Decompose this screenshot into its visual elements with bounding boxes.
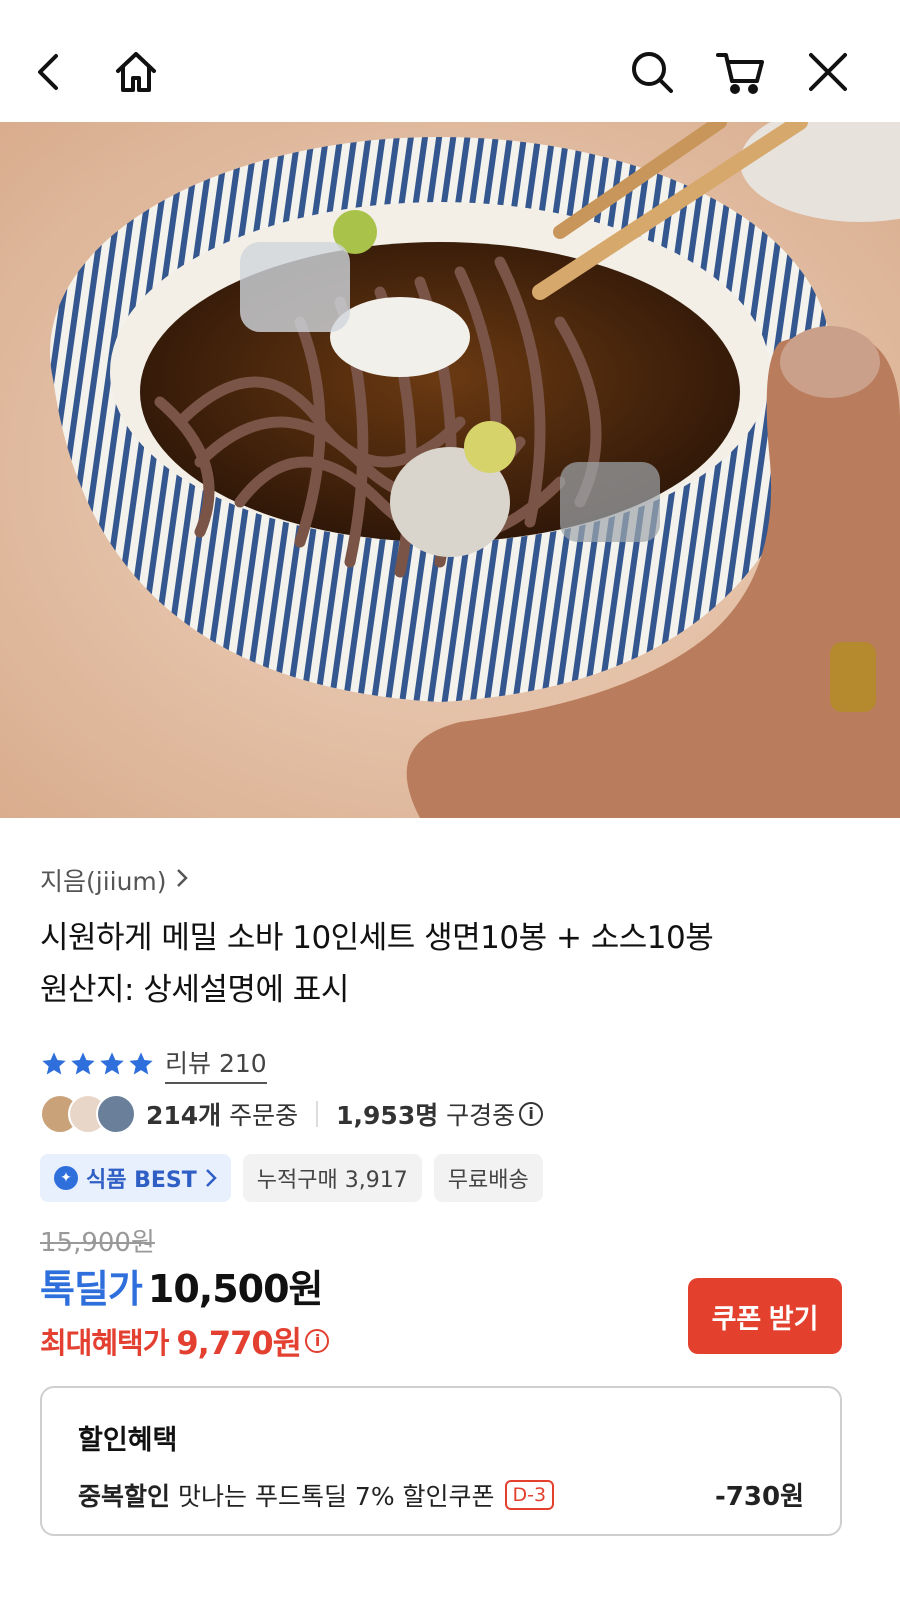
review-count-link[interactable]: 리뷰 210 bbox=[165, 1044, 267, 1084]
product-origin: 원산지: 상세설명에 표시 bbox=[40, 972, 349, 1008]
badge-star-icon: ✦ bbox=[54, 1166, 78, 1190]
deal-price: 10,500원 bbox=[147, 1267, 324, 1311]
star-icon bbox=[42, 1052, 66, 1075]
free-shipping-tag: 무료배송 bbox=[433, 1154, 543, 1202]
top-nav-bar bbox=[0, 0, 900, 122]
back-chevron-icon[interactable] bbox=[24, 46, 76, 98]
max-benefit-price: 9,770원 bbox=[176, 1324, 302, 1362]
divider bbox=[316, 1101, 319, 1127]
benefit-amount: -730원 bbox=[715, 1482, 804, 1512]
product-image[interactable] bbox=[0, 122, 900, 818]
deal-price-row: 톡딜가 10,500원 bbox=[40, 1258, 323, 1313]
best-category-tag[interactable]: ✦ 식품 BEST bbox=[40, 1154, 231, 1202]
star-rating bbox=[40, 1050, 155, 1078]
close-icon[interactable] bbox=[802, 46, 854, 98]
tag-list: ✦ 식품 BEST 누적구매 3,917 무료배송 bbox=[40, 1154, 543, 1202]
deal-label: 톡딜가 bbox=[40, 1267, 143, 1311]
orders-suffix: 주문중 bbox=[221, 1101, 299, 1130]
max-benefit-row: 최대혜택가 9,770원 i bbox=[40, 1318, 330, 1364]
seller-link[interactable]: 지음(jiium) bbox=[40, 862, 189, 898]
cumulative-purchase-tag: 누적구매 3,917 bbox=[242, 1154, 422, 1202]
star-icon bbox=[71, 1052, 95, 1075]
product-title-line1: 시원하게 메밀 소바 10인세트 생면10봉 + 소스10봉 bbox=[40, 920, 714, 956]
get-coupon-button[interactable]: 쿠폰 받기 bbox=[688, 1278, 842, 1354]
soba-bowl-illustration bbox=[0, 122, 900, 818]
order-stats-row: 214개 주문중 1,953명 구경중 i bbox=[40, 1094, 544, 1134]
avatar bbox=[96, 1094, 136, 1134]
buyer-avatars bbox=[40, 1094, 136, 1134]
benefit-description: 맛나는 푸드톡딜 7% 할인쿠폰 bbox=[178, 1481, 495, 1511]
benefit-row: 중복할인 맛나는 푸드톡딜 7% 할인쿠폰 D-3 -730원 bbox=[78, 1476, 804, 1513]
cart-icon[interactable] bbox=[714, 46, 766, 98]
search-icon[interactable] bbox=[626, 46, 678, 98]
seller-name: 지음(jiium) bbox=[40, 867, 167, 896]
viewers-stat: 1,953명 구경중 bbox=[336, 1096, 515, 1132]
info-icon[interactable]: i bbox=[519, 1102, 544, 1126]
orders-count: 214개 bbox=[146, 1101, 222, 1130]
dday-badge: D-3 bbox=[504, 1479, 555, 1510]
rating-row[interactable]: 리뷰 210 bbox=[40, 1044, 267, 1084]
chevron-right-icon bbox=[175, 866, 189, 895]
viewers-count: 1,953명 bbox=[336, 1101, 439, 1130]
chevron-right-icon bbox=[205, 1169, 217, 1187]
viewers-suffix: 구경중 bbox=[438, 1101, 516, 1130]
benefit-kind: 중복할인 bbox=[78, 1481, 171, 1511]
home-icon[interactable] bbox=[110, 46, 162, 98]
original-price: 15,900원 bbox=[40, 1228, 155, 1258]
orders-stat: 214개 주문중 bbox=[146, 1096, 298, 1132]
best-tag-label: 식품 BEST bbox=[86, 1168, 197, 1193]
discount-benefit-box: 할인혜택 중복할인 맛나는 푸드톡딜 7% 할인쿠폰 D-3 -730원 bbox=[40, 1386, 842, 1536]
product-title: 시원하게 메밀 소바 10인세트 생면10봉 + 소스10봉 원산지: 상세설명… bbox=[40, 912, 860, 1016]
star-icon bbox=[100, 1052, 124, 1075]
max-benefit-label: 최대혜택가 bbox=[40, 1326, 169, 1360]
star-icon bbox=[129, 1052, 153, 1075]
info-icon[interactable]: i bbox=[305, 1329, 330, 1353]
benefit-title: 할인혜택 bbox=[78, 1425, 178, 1456]
